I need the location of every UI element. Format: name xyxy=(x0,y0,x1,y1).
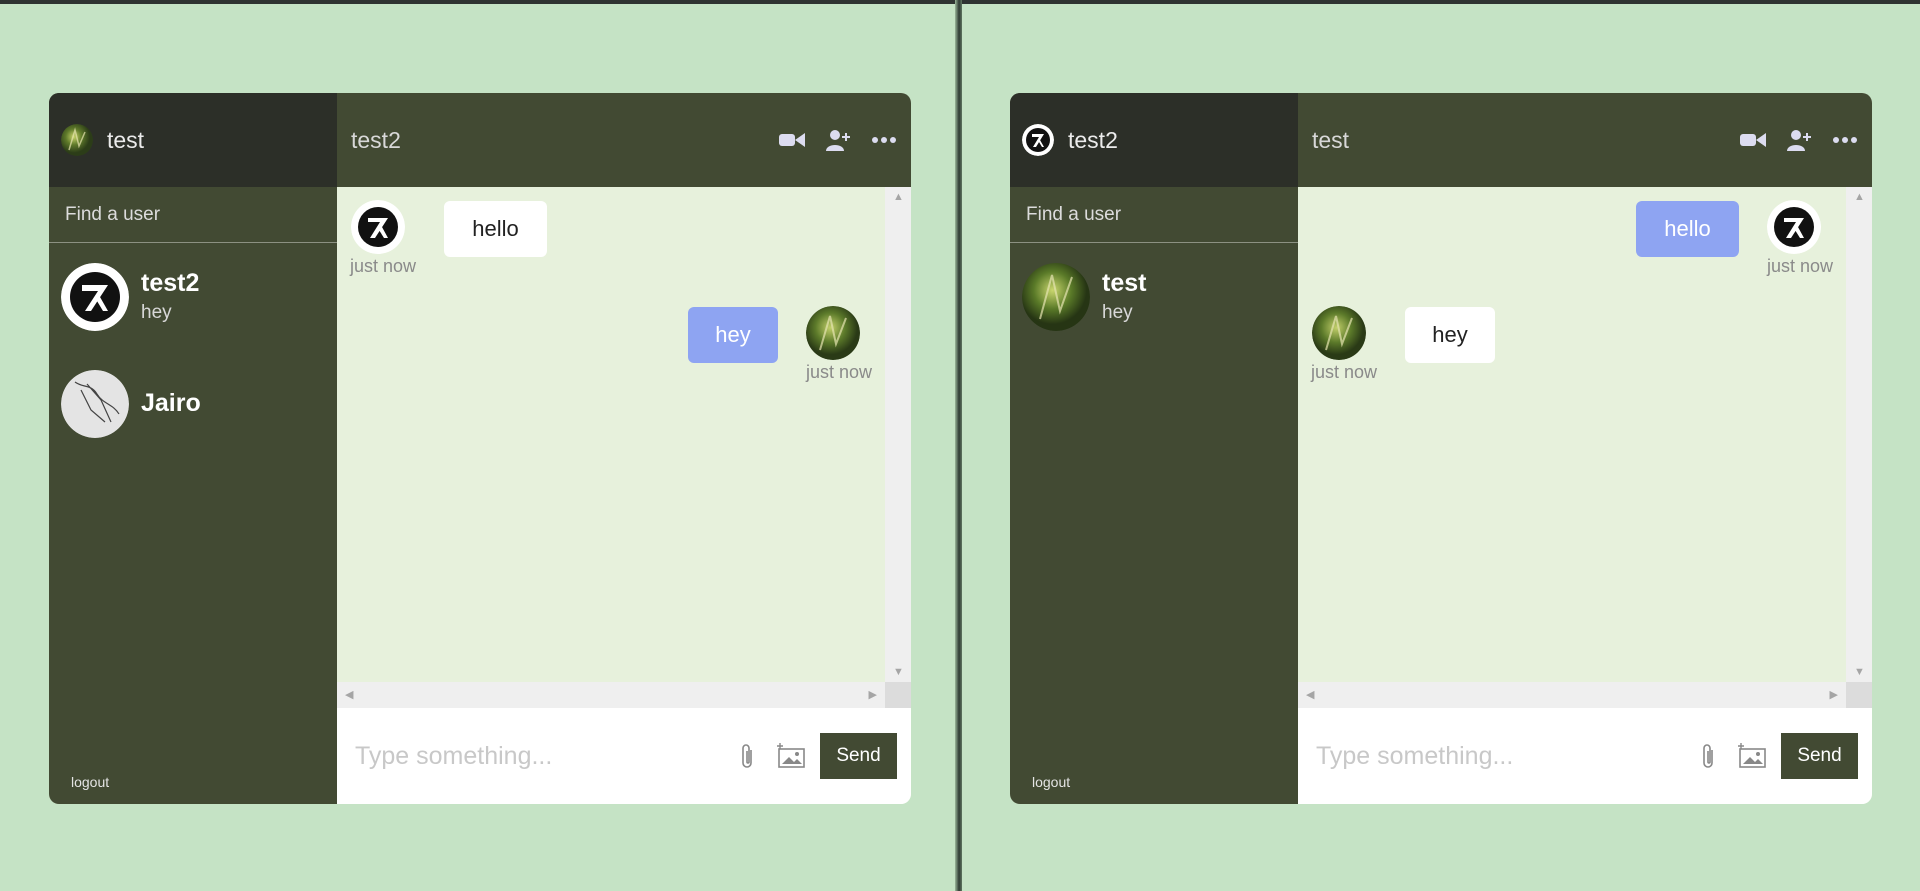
chat-title: test xyxy=(1312,126,1350,153)
aphex-logo-avatar xyxy=(1767,200,1821,254)
add-image-icon[interactable] xyxy=(776,741,806,771)
send-button[interactable]: Send xyxy=(820,733,897,779)
add-user-icon[interactable] xyxy=(825,127,851,153)
chat-title: test2 xyxy=(351,126,401,153)
search-input[interactable]: Find a user xyxy=(49,187,337,243)
message-list[interactable]: hello just now just now hey xyxy=(1298,187,1846,682)
user-name: test xyxy=(1102,269,1147,297)
more-options-icon[interactable] xyxy=(1832,127,1858,153)
scrollbar-corner xyxy=(885,682,911,708)
browser-pane-right: test2 Find a user test hey logout test h… xyxy=(962,0,1920,891)
nature-avatar xyxy=(1312,306,1366,360)
video-camera-icon[interactable] xyxy=(1740,127,1766,153)
scroll-up-icon[interactable]: ▲ xyxy=(893,191,904,203)
message-bubble: hey xyxy=(688,307,778,363)
user-last-message: hey xyxy=(1102,302,1133,323)
aphex-logo-avatar xyxy=(61,262,129,331)
send-button[interactable]: Send xyxy=(1781,733,1858,779)
scroll-left-icon[interactable]: ◀ xyxy=(345,688,353,701)
scrollbar-corner xyxy=(1846,682,1872,708)
message-bubble: hello xyxy=(444,201,547,257)
logout-button[interactable]: logout xyxy=(71,774,109,790)
nature-avatar xyxy=(1022,262,1090,331)
paperclip-icon[interactable] xyxy=(732,741,762,771)
message-bubble: hello xyxy=(1636,201,1739,257)
scroll-up-icon[interactable]: ▲ xyxy=(1854,191,1865,203)
chat-panel: test hello just now just now hey ▲ ▼ ◀ ▶… xyxy=(1298,93,1872,804)
current-user-name: test xyxy=(107,126,145,153)
scroll-down-icon[interactable]: ▼ xyxy=(1854,666,1865,678)
message-input[interactable] xyxy=(353,740,732,772)
user-last-message: hey xyxy=(141,302,172,323)
message-time: just now xyxy=(806,362,873,382)
scroll-right-icon[interactable]: ▶ xyxy=(1830,688,1838,701)
aphex-logo-avatar xyxy=(351,200,405,254)
chat-app: test Find a user test2 hey Jairo logout … xyxy=(49,93,911,804)
aphex-logo-avatar xyxy=(1022,124,1054,156)
message-time: just now xyxy=(1767,256,1834,276)
logout-button[interactable]: logout xyxy=(1032,774,1070,790)
nature-avatar xyxy=(61,124,93,156)
search-input[interactable]: Find a user xyxy=(1010,187,1298,243)
video-camera-icon[interactable] xyxy=(779,127,805,153)
chat-panel: test2 just now hello hey just now ▲ ▼ ◀ … xyxy=(337,93,911,804)
add-user-icon[interactable] xyxy=(1786,127,1812,153)
browser-pane-left: test Find a user test2 hey Jairo logout … xyxy=(0,0,958,891)
user-name: Jairo xyxy=(141,389,201,417)
sidebar: test2 Find a user test hey logout xyxy=(1010,93,1298,804)
sidebar-header: test2 xyxy=(1010,93,1298,187)
vertical-scrollbar[interactable]: ▲ ▼ xyxy=(885,187,911,682)
paperclip-icon[interactable] xyxy=(1693,741,1723,771)
current-user-name: test2 xyxy=(1068,126,1118,153)
scroll-right-icon[interactable]: ▶ xyxy=(869,688,877,701)
user-list-item[interactable]: test hey xyxy=(1010,243,1298,350)
chat-header: test xyxy=(1298,93,1872,187)
sidebar: test Find a user test2 hey Jairo logout xyxy=(49,93,337,804)
sketch-avatar xyxy=(61,369,129,438)
nature-avatar xyxy=(806,306,860,360)
user-name: test2 xyxy=(141,269,200,297)
message-composer: Send xyxy=(337,708,911,804)
message-composer: Send xyxy=(1298,708,1872,804)
message-list[interactable]: just now hello hey just now xyxy=(337,187,885,682)
user-list-item[interactable]: Jairo xyxy=(49,350,337,457)
chat-app: test2 Find a user test hey logout test h… xyxy=(1010,93,1872,804)
message-input[interactable] xyxy=(1314,740,1693,772)
vertical-scrollbar[interactable]: ▲ ▼ xyxy=(1846,187,1872,682)
scroll-left-icon[interactable]: ◀ xyxy=(1306,688,1314,701)
add-image-icon[interactable] xyxy=(1737,741,1767,771)
more-options-icon[interactable] xyxy=(871,127,897,153)
sidebar-header: test xyxy=(49,93,337,187)
scroll-down-icon[interactable]: ▼ xyxy=(893,666,904,678)
message-time: just now xyxy=(350,256,417,276)
horizontal-scrollbar[interactable]: ◀ ▶ xyxy=(1298,682,1846,708)
chat-header: test2 xyxy=(337,93,911,187)
message-time: just now xyxy=(1311,362,1378,382)
message-bubble: hey xyxy=(1405,307,1495,363)
horizontal-scrollbar[interactable]: ◀ ▶ xyxy=(337,682,885,708)
user-list-item[interactable]: test2 hey xyxy=(49,243,337,350)
